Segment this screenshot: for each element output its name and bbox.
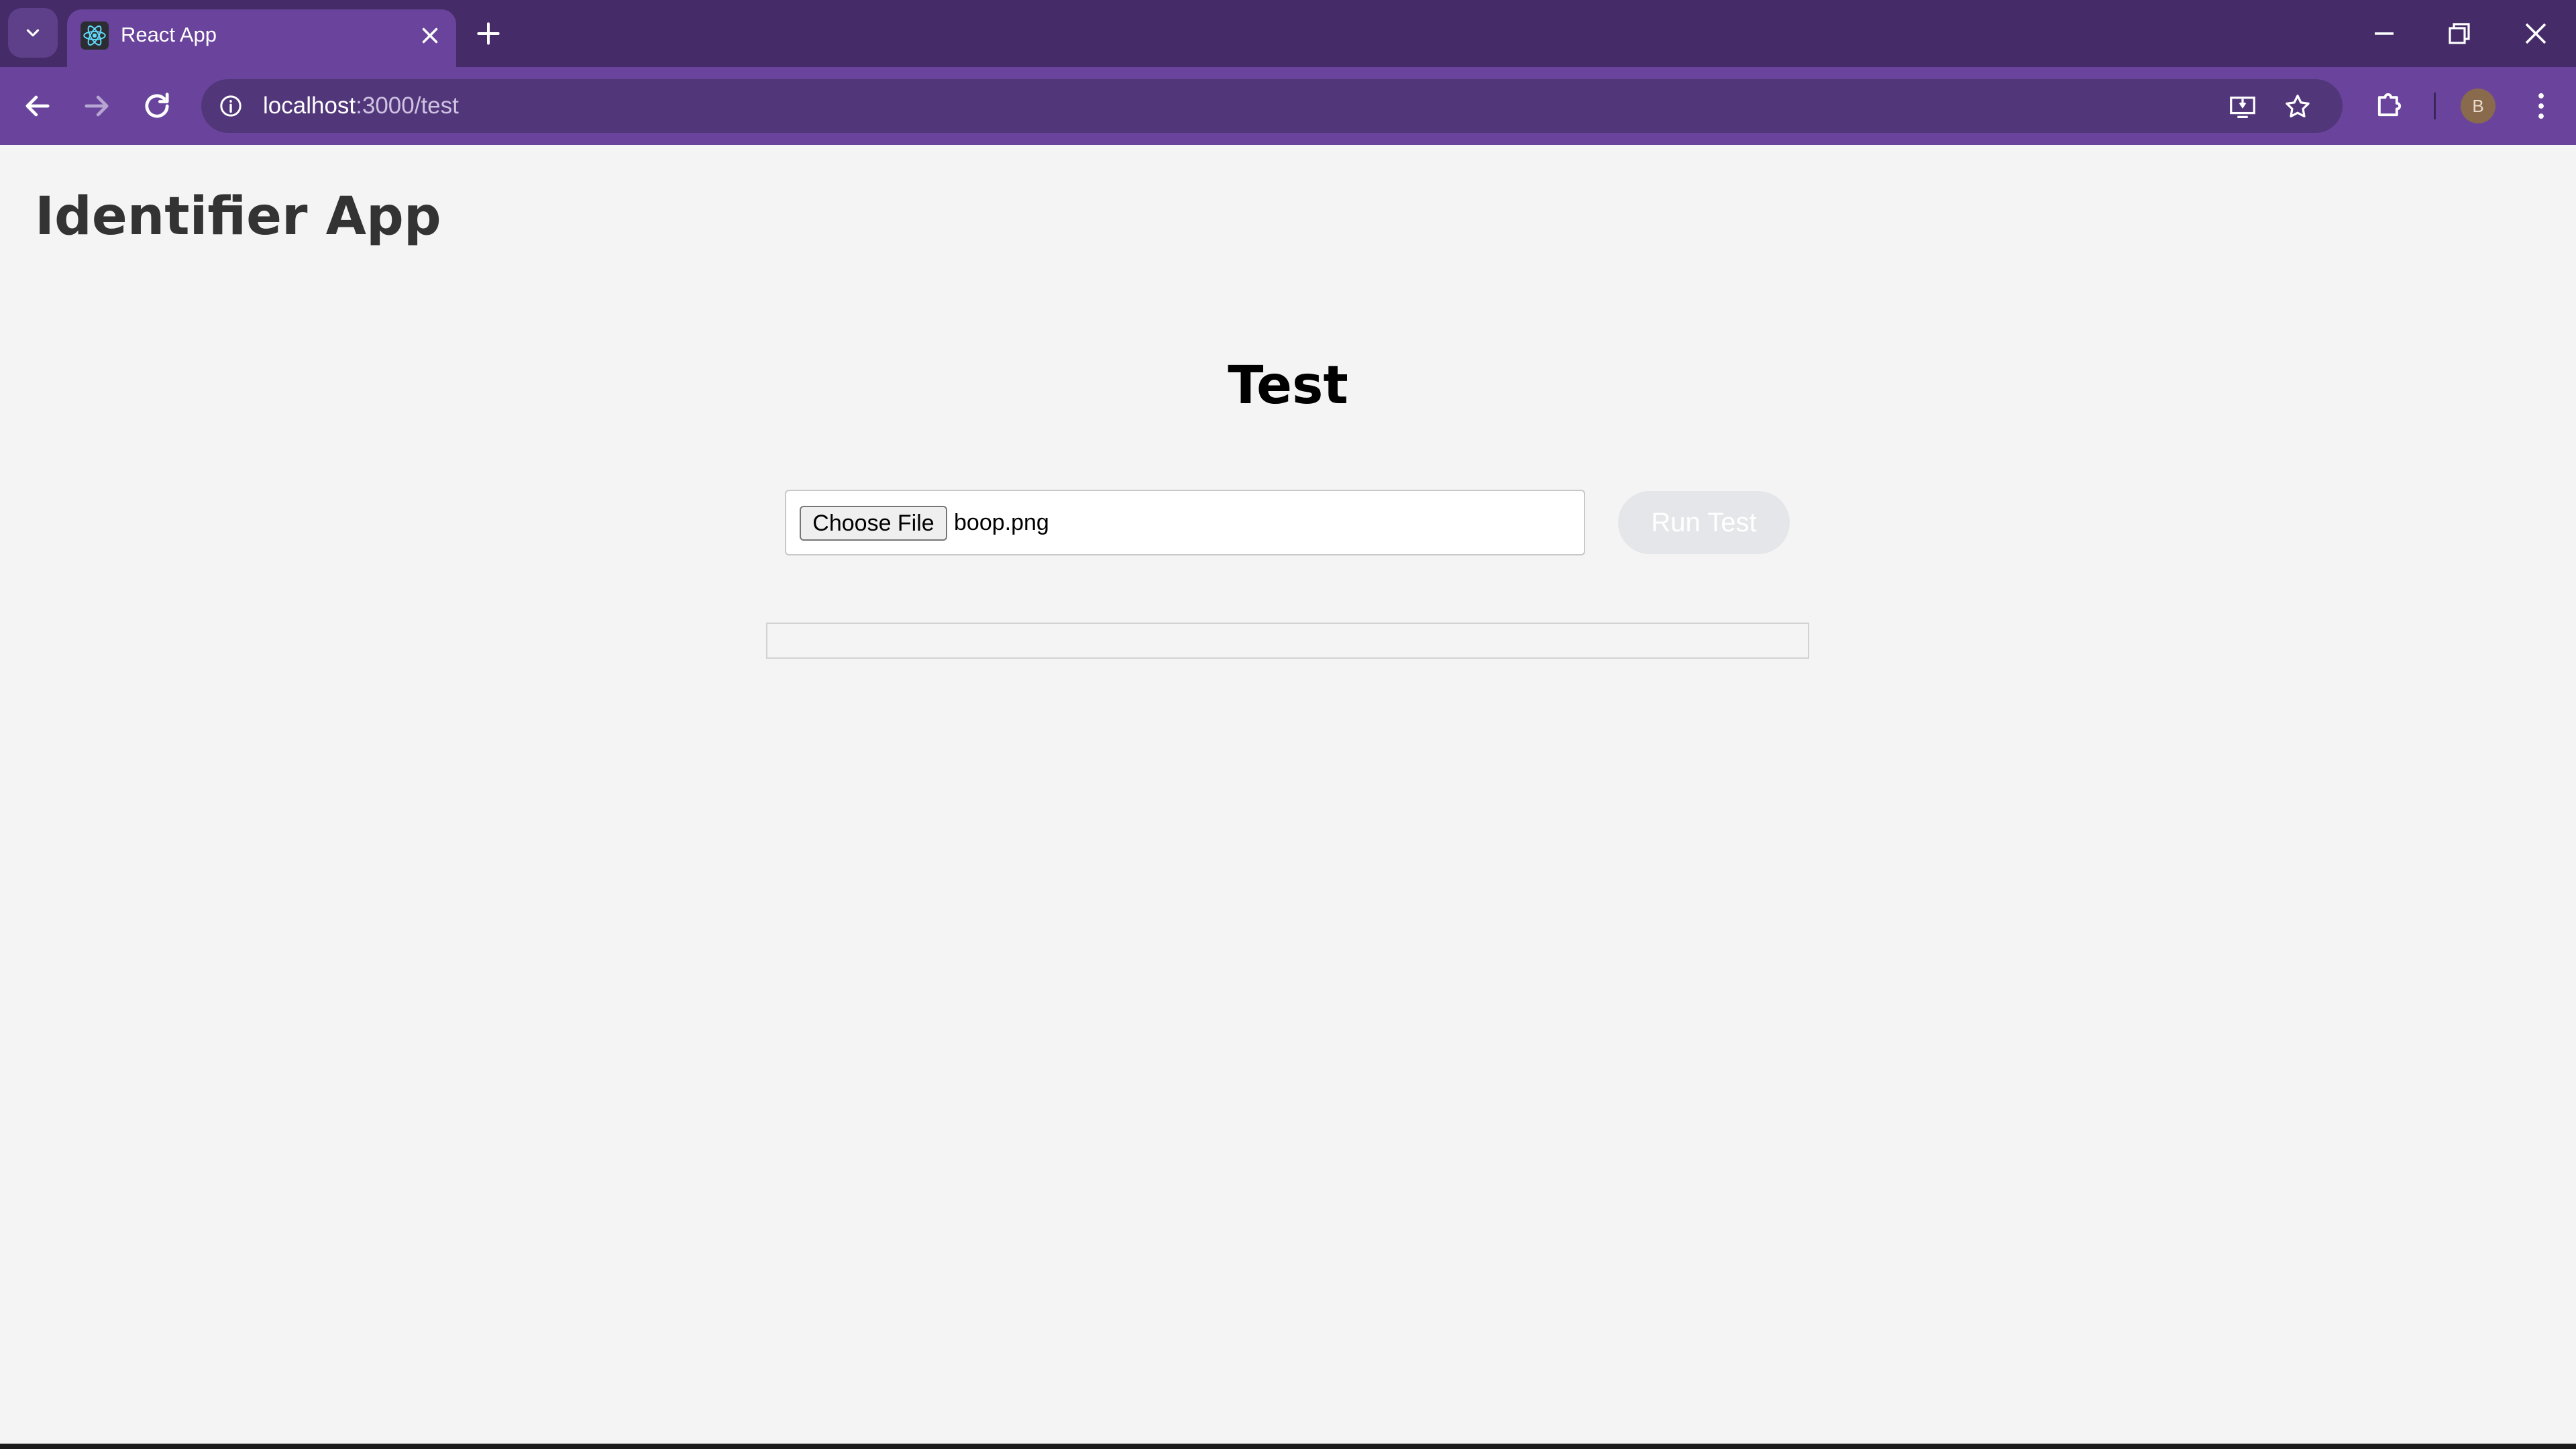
url-path: :3000/test	[356, 93, 459, 119]
toolbar-divider	[2434, 93, 2436, 119]
tab-strip: React App	[0, 0, 2576, 70]
tab-title: React App	[121, 23, 217, 46]
section-title: Test	[1228, 356, 1348, 416]
forward-arrow-icon[interactable]	[79, 89, 114, 123]
address-bar[interactable]: localhost:3000/test	[201, 79, 2343, 133]
profile-avatar[interactable]: B	[2461, 89, 2496, 123]
app-title: Identifier App	[35, 186, 441, 247]
site-info-icon[interactable]	[217, 93, 244, 119]
page-content: Identifier App Test Choose File boop.png…	[0, 145, 2576, 1440]
minimize-icon[interactable]	[2368, 17, 2400, 50]
reload-icon[interactable]	[140, 89, 174, 123]
url-text: localhost:3000/test	[263, 93, 459, 119]
install-app-icon[interactable]	[2227, 91, 2258, 122]
result-box	[766, 623, 1809, 659]
back-arrow-icon[interactable]	[20, 89, 55, 123]
restore-icon[interactable]	[2443, 17, 2475, 50]
new-tab-icon[interactable]	[474, 19, 503, 48]
extensions-icon[interactable]	[2372, 87, 2407, 122]
choose-file-button[interactable]: Choose File	[800, 506, 947, 541]
browser-toolbar: localhost:3000/test B	[0, 67, 2576, 145]
file-input[interactable]: Choose File boop.png	[785, 490, 1585, 555]
more-menu-icon[interactable]	[2524, 89, 2559, 123]
react-logo-icon	[80, 21, 109, 50]
tab-search-button[interactable]	[8, 8, 58, 58]
url-host: localhost	[263, 93, 356, 119]
chevron-down-icon	[26, 29, 40, 37]
bookmark-star-icon[interactable]	[2282, 91, 2313, 122]
selected-file-name: boop.png	[954, 510, 1049, 535]
window-bottom-edge	[0, 1444, 2576, 1449]
close-window-icon[interactable]	[2520, 17, 2552, 50]
close-tab-icon[interactable]	[417, 23, 443, 48]
browser-tab[interactable]: React App	[67, 9, 456, 70]
run-test-button[interactable]: Run Test	[1618, 491, 1790, 554]
